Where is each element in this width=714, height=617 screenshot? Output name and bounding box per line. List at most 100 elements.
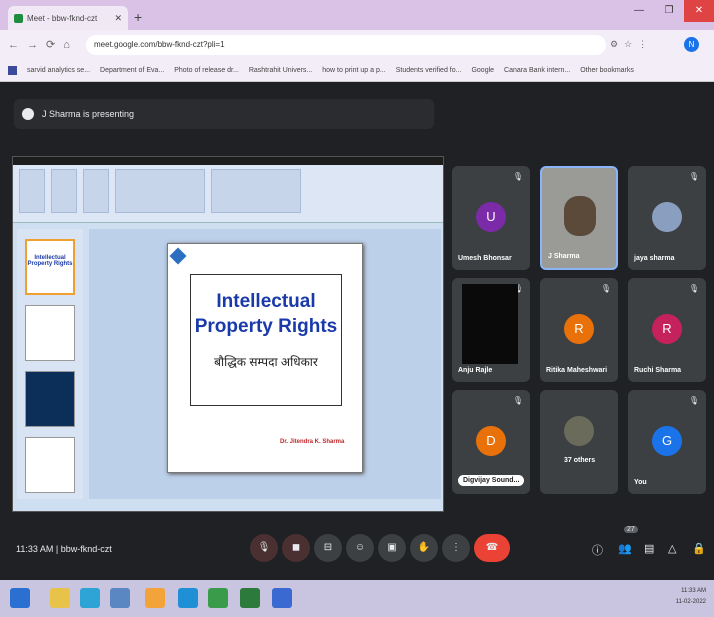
participant-tile[interactable]: 🎙 G You (628, 390, 706, 494)
app-icon[interactable] (145, 588, 165, 608)
chrome-icon[interactable] (208, 588, 228, 608)
participant-tile[interactable]: 🎙 R Ruchi Sharma (628, 278, 706, 382)
browser-tab[interactable]: Meet - bbw-fknd-czt ✕ (8, 6, 128, 30)
bookmark-item[interactable]: sarvid analytics se... (27, 67, 90, 74)
avatar (652, 202, 682, 232)
meeting-time: 11:33 AM (16, 544, 54, 554)
mic-off-icon: 🎙 (688, 284, 699, 293)
slide-canvas: Intellectual Property Rights बौद्धिक सम्… (89, 229, 441, 499)
tray-time: 11:33 AM (681, 588, 706, 594)
participant-name: Ruchi Sharma (634, 367, 682, 374)
windows-taskbar: 11:33 AM 11-02-2022 (0, 580, 714, 617)
bookmark-item[interactable]: Rashtrahit Univers... (249, 67, 312, 74)
ribbon-group (115, 169, 205, 213)
participant-name: jaya sharma (634, 255, 675, 262)
bookmark-item[interactable]: Department of Eva... (100, 67, 164, 74)
participant-tile[interactable]: 🎙 U Umesh Bhonsar (452, 166, 530, 270)
meeting-controls-bar: 11:33 AM | bbw-fknd-czt 🎙 ◼ ⊟ ☺ ▣ ✋ ⋮ ☎ … (0, 520, 714, 580)
maximize-button[interactable]: ❐ (654, 0, 684, 22)
slide-hindi-title: बौद्धिक सम्पदा अधिकार (214, 355, 318, 369)
logo-icon (169, 247, 187, 265)
participant-name: You (634, 479, 647, 486)
presenting-banner: J Sharma is presenting (14, 99, 434, 129)
raise-hand-button[interactable]: ✋ (410, 534, 438, 562)
bookmark-item[interactable]: Google (471, 67, 494, 74)
tab-title: Meet - bbw-fknd-czt (27, 13, 98, 23)
app-icon[interactable] (110, 588, 130, 608)
participant-name: Anju Rajle (458, 367, 493, 374)
bookmark-item[interactable]: Other bookmarks (580, 67, 634, 74)
edge-icon[interactable] (80, 588, 100, 608)
presenting-text: J Sharma is presenting (42, 109, 135, 119)
app-icon[interactable] (178, 588, 198, 608)
more-options-button[interactable]: ⋮ (442, 534, 470, 562)
address-row: ←→⟳⌂ meet.google.com/bbw-fknd-czt?pli=1 … (0, 30, 714, 60)
mic-off-icon: 🎙 (512, 172, 523, 181)
host-controls-icon[interactable]: 🔒 (692, 542, 706, 555)
participant-name: Digvijay Sound... (458, 475, 525, 486)
participant-tile[interactable]: 🎙 R Ritika Maheshwari (540, 278, 618, 382)
profile-avatar[interactable]: N (684, 37, 699, 52)
minimize-button[interactable]: — (624, 0, 654, 22)
avatar: G (652, 426, 682, 456)
bookmark-item[interactable]: Students verified fo... (396, 67, 462, 74)
slide-thumbnail (25, 371, 75, 427)
close-tab-icon[interactable]: ✕ (114, 13, 122, 24)
meet-stage: J Sharma is presenting Intellectual Prop… (0, 82, 714, 580)
screen-share: Intellectual Property Rights Intellectua… (12, 156, 444, 512)
captions-button[interactable]: ⊟ (314, 534, 342, 562)
participant-tile[interactable]: 🎙 Anju Rajle (452, 278, 530, 382)
mic-toggle-button[interactable]: 🎙 (250, 534, 278, 562)
new-tab-button[interactable]: + (134, 9, 142, 25)
meeting-info: 11:33 AM | bbw-fknd-czt (16, 544, 112, 554)
camera-toggle-button[interactable]: ◼ (282, 534, 310, 562)
slide-title-box: Intellectual Property Rights बौद्धिक सम्… (190, 274, 342, 406)
ribbon-group (83, 169, 109, 213)
emoji-button[interactable]: ☺ (346, 534, 374, 562)
present-button[interactable]: ▣ (378, 534, 406, 562)
app-icon[interactable] (272, 588, 292, 608)
extensions-icon[interactable]: ⚙☆⋮ (610, 39, 653, 50)
activities-icon[interactable]: △ (668, 542, 676, 555)
apps-icon[interactable] (8, 66, 17, 75)
slide-thumbnail (25, 437, 75, 493)
slide-thumbnail: Intellectual Property Rights (25, 239, 75, 295)
file-explorer-icon[interactable] (50, 588, 70, 608)
slide-title: Intellectual Property Rights (194, 291, 338, 337)
bookmark-item[interactable]: Canara Bank intern... (504, 67, 570, 74)
others-avatars (564, 416, 594, 446)
avatar: R (652, 314, 682, 344)
slide-author: Dr. Jitendra K. Sharma (280, 439, 345, 445)
participant-tile[interactable]: 🎙 D Digvijay Sound... (452, 390, 530, 494)
participant-tile[interactable]: J Sharma (540, 166, 618, 270)
participant-tile[interactable]: 🎙 jaya sharma (628, 166, 706, 270)
excel-icon[interactable] (240, 588, 260, 608)
bookmarks-bar: sarvid analytics se... Department of Eva… (0, 60, 714, 82)
close-window-button[interactable]: ✕ (684, 0, 714, 22)
meet-favicon-icon (14, 13, 23, 23)
presenter-avatar-icon (22, 108, 34, 120)
address-bar[interactable]: meet.google.com/bbw-fknd-czt?pli=1 (86, 35, 606, 55)
info-icon[interactable]: ⓘ (592, 542, 603, 558)
slide-thumbnails: Intellectual Property Rights (17, 229, 83, 499)
powerpoint-ribbon (13, 165, 443, 223)
meeting-code: bbw-fknd-czt (60, 544, 112, 554)
participant-name: J Sharma (548, 253, 580, 260)
slide: Intellectual Property Rights बौद्धिक सम्… (167, 243, 363, 473)
people-icon[interactable]: 👥 (618, 542, 632, 555)
share-top-strip (13, 157, 443, 165)
slide-thumbnail (25, 305, 75, 361)
window-controls: — ❐ ✕ (624, 0, 714, 22)
bookmark-item[interactable]: how to print up a p... (322, 67, 385, 74)
bookmark-item[interactable]: Photo of release dr... (174, 67, 239, 74)
leave-call-button[interactable]: ☎ (474, 534, 510, 562)
ribbon-group (19, 169, 45, 213)
nav-buttons[interactable]: ←→⟳⌂ (8, 38, 78, 51)
participant-tile[interactable]: 37 others (540, 390, 618, 494)
video-feed (564, 196, 596, 236)
start-icon[interactable] (10, 588, 30, 608)
chat-icon[interactable]: ▤ (644, 542, 654, 555)
browser-tab-strip: Meet - bbw-fknd-czt ✕ + — ❐ ✕ (0, 0, 714, 30)
system-tray: 11:33 AM 11-02-2022 (676, 586, 706, 608)
mic-off-icon: 🎙 (688, 172, 699, 181)
